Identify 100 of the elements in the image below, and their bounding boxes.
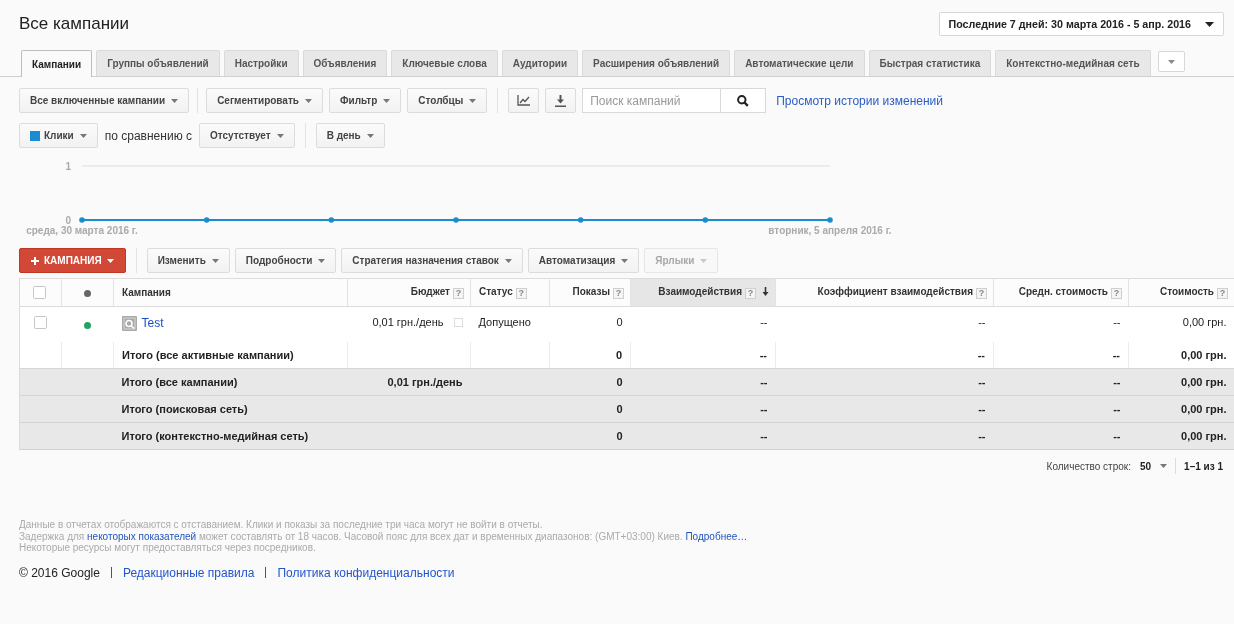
table-cell: -- xyxy=(630,368,776,396)
select-all-checkbox[interactable] xyxy=(33,286,46,299)
x-tick-label: среда, 30 марта 2016 г. xyxy=(26,225,138,236)
dropdown-button[interactable]: Изменить xyxy=(146,248,230,273)
caret-icon xyxy=(1205,21,1214,27)
caret-icon xyxy=(700,258,708,263)
cell-text: 0,01 грн./день xyxy=(372,316,444,328)
caret-icon xyxy=(276,133,284,138)
table-cell: 0,00 грн. xyxy=(1128,395,1234,423)
table-cell: -- xyxy=(993,368,1129,396)
download-button[interactable] xyxy=(545,88,577,113)
column-header[interactable]: Бюджет ? xyxy=(347,278,471,307)
rows-per-page-dropdown[interactable]: 50 xyxy=(1136,458,1171,474)
caret-icon xyxy=(1160,464,1168,468)
column-header[interactable]: Средн. стоимость ? xyxy=(993,278,1129,307)
table-cell: 0 xyxy=(549,341,631,369)
rows-per-page-label: Количество строк: xyxy=(1046,460,1131,472)
search-button[interactable] xyxy=(720,88,767,113)
column-header[interactable]: Показы ? xyxy=(549,278,631,307)
history-link[interactable]: Просмотр истории изменений xyxy=(776,93,943,108)
caret-icon xyxy=(1167,59,1175,64)
campaign-link[interactable]: Test xyxy=(141,316,164,330)
tab[interactable]: Группы объявлений xyxy=(96,50,220,76)
tab[interactable]: Объявления xyxy=(302,50,388,76)
table-cell: 0 xyxy=(549,422,631,450)
data-point xyxy=(702,217,709,223)
text-link[interactable]: Подробнее… xyxy=(685,530,748,542)
dropdown-button[interactable]: Фильтр xyxy=(329,88,402,113)
tab[interactable]: Кампании xyxy=(21,50,93,77)
table-cell: 0 xyxy=(549,395,631,423)
row-checkbox[interactable] xyxy=(34,316,47,329)
table-cell: -- xyxy=(630,422,776,450)
square-icon xyxy=(453,318,463,327)
search-icon xyxy=(737,94,750,107)
table-cell: -- xyxy=(993,422,1129,450)
note-text: Данные в отчетах отображаются с отставанием. Клики и показы за последние три часа могут не войти в отчеты. xyxy=(19,519,544,531)
tab[interactable]: Расширения объявлений xyxy=(582,50,731,76)
table-cell: Допущено xyxy=(470,306,550,342)
data-point xyxy=(328,217,335,223)
table-cell: 0 xyxy=(549,306,631,342)
table-cell: 0,00 грн. xyxy=(1128,341,1234,369)
table-cell: -- xyxy=(775,395,994,423)
compare-dropdown[interactable]: Отсутствует xyxy=(198,123,295,148)
metric-dropdown[interactable]: Клики xyxy=(19,123,98,148)
dropdown-button[interactable]: Сегментировать xyxy=(206,88,323,113)
search-field[interactable]: Поиск кампаний xyxy=(582,88,721,113)
caret-icon xyxy=(504,258,512,263)
copyright-text: © 2016 Google xyxy=(19,565,100,580)
tab[interactable]: Автоматические цели xyxy=(734,50,865,76)
dropdown-button[interactable]: Автоматизация xyxy=(527,248,640,273)
row-label: Итого (контекстно-медийная сеть) xyxy=(113,422,348,450)
data-point xyxy=(827,217,833,223)
table-cell: 0,00 грн. xyxy=(1128,422,1234,450)
tab[interactable]: Быстрая статистика xyxy=(868,50,992,76)
chart-toggle-button[interactable] xyxy=(508,88,540,113)
page-range-text: 1–1 из 1 xyxy=(1184,460,1223,472)
table-cell: -- xyxy=(630,395,776,423)
caret-icon xyxy=(318,258,326,263)
column-header[interactable]: Стоимость ? xyxy=(1128,278,1234,307)
caret-icon xyxy=(305,98,312,103)
row-label: Итого (все кампании) xyxy=(113,368,348,396)
tab[interactable]: Настройки xyxy=(223,50,299,76)
date-range-dropdown[interactable]: Последние 7 дней: 30 марта 2016 - 5 апр. 2016 xyxy=(938,12,1224,36)
footer-link[interactable]: Политика конфиденциальности xyxy=(277,565,455,580)
caret-icon xyxy=(79,133,87,138)
dropdown-button[interactable]: Столбцы xyxy=(407,88,488,113)
more-tabs-button[interactable] xyxy=(1157,51,1185,72)
caret-icon xyxy=(366,133,374,138)
table-cell: 0,00 грн. xyxy=(1128,306,1234,342)
table-cell: -- xyxy=(630,341,776,369)
x-tick-label: вторник, 5 апреля 2016 г. xyxy=(768,225,892,236)
column-header[interactable]: Коэффициент взаимодействия ? xyxy=(775,278,994,307)
tab[interactable]: Ключевые слова xyxy=(391,50,498,76)
text-link[interactable]: некоторых показателей xyxy=(87,530,197,542)
campaign-scope-dropdown[interactable]: Все включенные кампании xyxy=(19,88,190,113)
dropdown-button[interactable]: Стратегия назначения ставок xyxy=(341,248,523,273)
sort-arrow-icon xyxy=(762,287,769,296)
table-cell: -- xyxy=(775,422,994,450)
caret-icon xyxy=(621,258,629,263)
column-header[interactable]: Кампания xyxy=(113,278,348,307)
footer-link[interactable]: Редакционные правила xyxy=(122,565,255,580)
caret-icon xyxy=(383,98,391,103)
table-cell: 0,00 грн. xyxy=(1128,368,1234,396)
page-title: Все кампании xyxy=(19,14,129,34)
column-header[interactable]: Взаимодействия ? xyxy=(630,278,776,307)
data-point xyxy=(79,217,85,223)
tab[interactable]: Контекстно-медийная сеть xyxy=(995,50,1151,76)
table-cell: -- xyxy=(993,341,1129,369)
table-cell: -- xyxy=(775,306,994,342)
column-header[interactable]: Статус ? xyxy=(470,278,550,307)
download-icon xyxy=(555,94,567,107)
tab[interactable]: Аудитории xyxy=(501,50,579,76)
note-text: Задержка для некоторых показателей может составлять от 18 часов. Часовой пояс для всех дат и временных диапазонов: (GMT+03:00) Киев. Подробнее… xyxy=(19,530,749,542)
plus-icon xyxy=(31,256,39,265)
status-dot-icon xyxy=(84,289,91,297)
magnifier-tile-icon xyxy=(121,316,137,331)
dropdown-button[interactable]: Подробности xyxy=(234,248,337,273)
add-campaign-button[interactable]: КАМПАНИЯ xyxy=(19,248,126,273)
interval-dropdown[interactable]: В день xyxy=(315,123,385,148)
y-tick-label: 1 xyxy=(65,160,71,172)
